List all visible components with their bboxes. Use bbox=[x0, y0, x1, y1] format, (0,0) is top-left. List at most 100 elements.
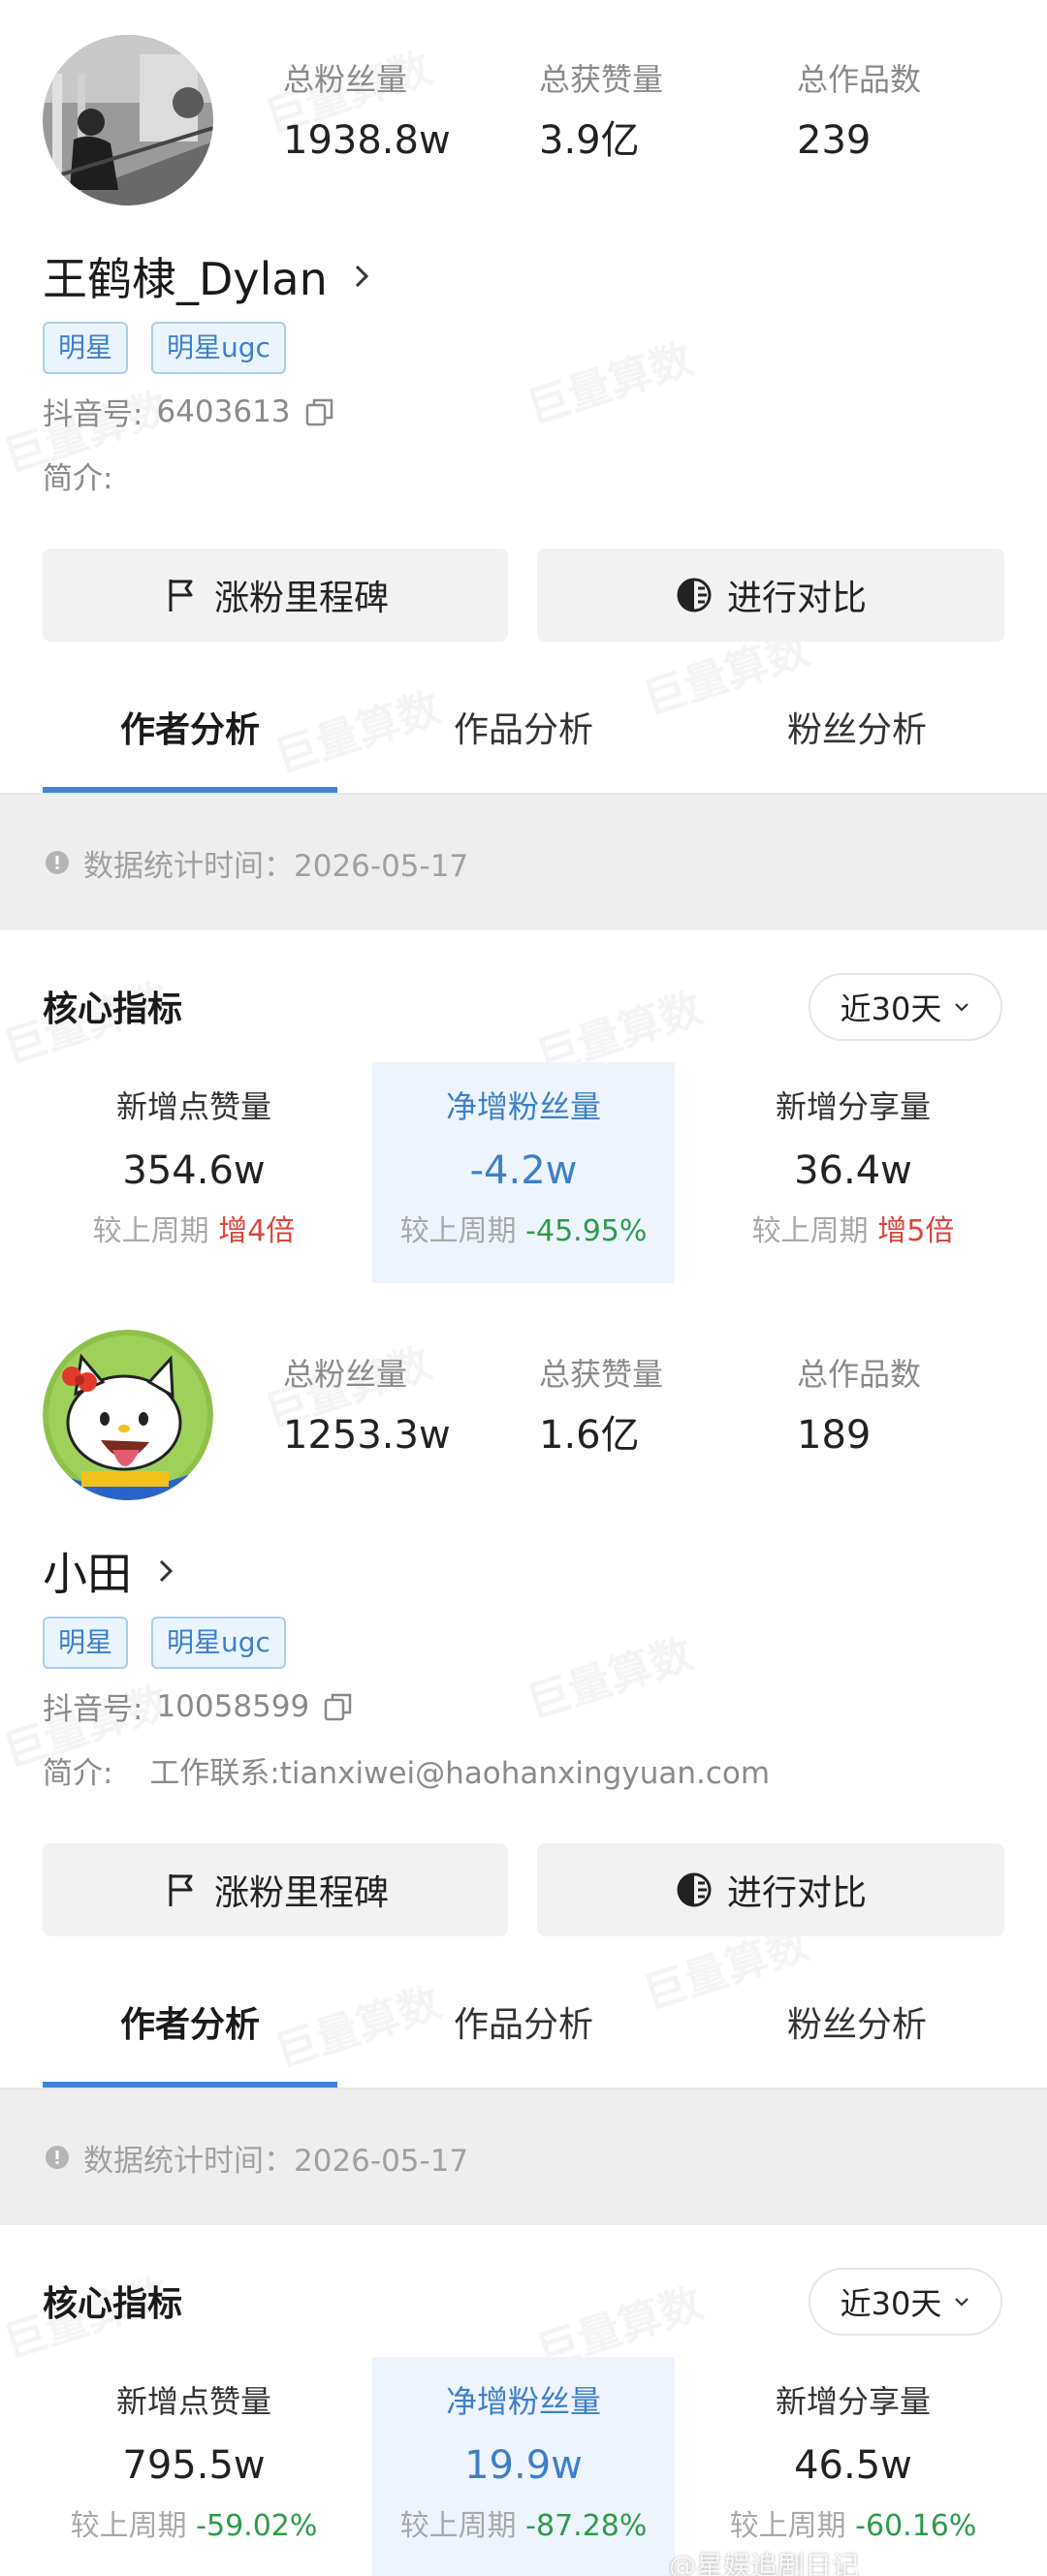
tab-author-analysis[interactable]: 作者分析 bbox=[43, 1985, 337, 2089]
stat-label: 总粉丝量 bbox=[283, 1356, 408, 1393]
chevron-down-icon bbox=[955, 2298, 969, 2307]
stat-value: 1.6亿 bbox=[539, 1413, 640, 1458]
stat-value: 189 bbox=[797, 1413, 872, 1458]
author-name-link[interactable]: 小田 bbox=[43, 1539, 178, 1603]
compare-label: 较上周期 bbox=[70, 2509, 187, 2543]
compare-label: 较上周期 bbox=[92, 1214, 209, 1248]
info-icon bbox=[46, 2146, 69, 2169]
tab-author-analysis[interactable]: 作者分析 bbox=[43, 690, 337, 795]
milestone-button[interactable]: 涨粉里程碑 bbox=[43, 549, 508, 642]
compare-value: 增5倍 bbox=[877, 1214, 955, 1248]
bio-label: 简介: bbox=[43, 461, 113, 496]
author-card: 巨量算数 巨量算数 巨量算数 巨量算数 巨量算数 巨量算数 巨量算数 总粉丝量 … bbox=[0, 1295, 1047, 2576]
tag-list: 明星 明星ugc bbox=[43, 322, 286, 374]
milestone-button-label: 涨粉里程碑 bbox=[213, 1873, 389, 1913]
douyin-id-label: 抖音号: bbox=[43, 1692, 143, 1727]
avatar[interactable] bbox=[43, 35, 213, 205]
compare-value: -59.02% bbox=[196, 2509, 318, 2543]
compare-button[interactable]: 进行对比 bbox=[537, 1843, 1004, 1936]
copy-icon[interactable] bbox=[304, 396, 335, 427]
metric-label: 净增粉丝量 bbox=[445, 2383, 601, 2420]
stat-total-works: 总作品数 189 bbox=[797, 1355, 921, 1460]
analysis-tabs: 作者分析 作品分析 粉丝分析 bbox=[0, 1985, 1047, 2089]
stat-total-fans: 总粉丝量 1253.3w bbox=[283, 1355, 451, 1460]
author-card: 巨量算数 巨量算数 巨量算数 巨量算数 巨量算数 巨量算数 巨量算数 总粉丝量 … bbox=[0, 0, 1047, 1295]
metric-compare: 较上周期 -87.28% bbox=[372, 2508, 675, 2545]
douyin-id-row: 抖音号: 6403613 bbox=[43, 390, 335, 433]
analysis-tabs: 作者分析 作品分析 粉丝分析 bbox=[0, 690, 1047, 795]
tab-fans-analysis[interactable]: 粉丝分析 bbox=[710, 1985, 1004, 2089]
compare-value: -87.28% bbox=[525, 2509, 648, 2543]
stat-label: 总获赞量 bbox=[539, 1356, 664, 1393]
range-select[interactable]: 近30天 bbox=[809, 973, 1002, 1041]
tab-fans-analysis[interactable]: 粉丝分析 bbox=[710, 690, 1004, 795]
metric-label: 新增分享量 bbox=[775, 1088, 931, 1125]
chevron-right-icon bbox=[159, 1559, 174, 1583]
metric-new-shares: 新增分享量 46.5w 较上周期 -60.16% bbox=[702, 2357, 1004, 2576]
metric-compare: 较上周期 -59.02% bbox=[43, 2508, 345, 2545]
compare-label: 较上周期 bbox=[399, 1214, 517, 1248]
stat-time-bar: 数据统计时间：2026-05-17 bbox=[0, 2089, 1047, 2225]
douyin-id-value: 6403613 bbox=[156, 393, 291, 429]
author-name: 王鹤棣_Dylan bbox=[43, 253, 328, 305]
stat-total-likes: 总获赞量 1.6亿 bbox=[539, 1355, 663, 1460]
stat-value: 3.9亿 bbox=[539, 118, 640, 163]
metric-new-likes: 新增点赞量 354.6w 较上周期 增4倍 bbox=[43, 1062, 345, 1283]
stat-total-works: 总作品数 239 bbox=[797, 60, 921, 165]
tag: 明星ugc bbox=[151, 1617, 286, 1669]
stat-time-text: 数据统计时间：2026-05-17 bbox=[83, 848, 469, 884]
metric-value: 354.6w bbox=[122, 1148, 266, 1193]
range-select[interactable]: 近30天 bbox=[809, 2268, 1002, 2336]
douyin-id-label: 抖音号: bbox=[43, 397, 143, 432]
stat-label: 总获赞量 bbox=[539, 61, 664, 98]
stat-label: 总粉丝量 bbox=[283, 61, 408, 98]
author-name-link[interactable]: 王鹤棣_Dylan bbox=[43, 244, 374, 308]
metric-label: 新增分享量 bbox=[775, 2383, 931, 2420]
author-name: 小田 bbox=[43, 1548, 132, 1600]
metric-value: 19.9w bbox=[464, 2443, 583, 2488]
tag: 明星ugc bbox=[151, 322, 286, 374]
watermark: 巨量算数 bbox=[518, 324, 699, 435]
metric-value: 46.5w bbox=[794, 2443, 912, 2488]
bio-value: 工作联系:tianxiwei@haohanxingyuan.com bbox=[149, 1756, 771, 1791]
metric-net-fans: 净增粉丝量 -4.2w 较上周期 -45.95% bbox=[372, 1062, 675, 1283]
compare-button-label: 进行对比 bbox=[726, 1873, 867, 1913]
metric-compare: 较上周期 增5倍 bbox=[702, 1213, 1004, 1250]
metric-new-shares: 新增分享量 36.4w 较上周期 增5倍 bbox=[702, 1062, 1004, 1283]
compare-value: -45.95% bbox=[525, 1214, 648, 1248]
metric-label: 新增点赞量 bbox=[115, 2383, 271, 2420]
tag: 明星 bbox=[43, 1617, 129, 1669]
compare-label: 较上周期 bbox=[399, 2509, 517, 2543]
compare-button[interactable]: 进行对比 bbox=[537, 549, 1004, 642]
info-icon bbox=[46, 851, 69, 874]
bio-row: 简介: bbox=[43, 454, 140, 497]
footer-watermark: @星娱追剧日记 bbox=[669, 2550, 860, 2576]
douyin-id-row: 抖音号: 10058599 bbox=[43, 1684, 354, 1728]
milestone-button[interactable]: 涨粉里程碑 bbox=[43, 1843, 508, 1936]
tab-works-analysis[interactable]: 作品分析 bbox=[376, 1985, 671, 2089]
chevron-down-icon bbox=[955, 1003, 969, 1012]
chevron-right-icon bbox=[355, 265, 368, 288]
stat-total-fans: 总粉丝量 1938.8w bbox=[283, 60, 451, 165]
metric-compare: 较上周期 -45.95% bbox=[372, 1213, 675, 1250]
stat-label: 总作品数 bbox=[797, 1356, 922, 1393]
compare-button-label: 进行对比 bbox=[726, 579, 867, 618]
watermark: 巨量算数 bbox=[518, 1618, 699, 1730]
stat-time-bar: 数据统计时间：2026-05-17 bbox=[0, 795, 1047, 930]
range-select-value: 近30天 bbox=[840, 2285, 942, 2322]
metric-value: -4.2w bbox=[469, 1148, 578, 1193]
bio-row: 简介: 工作联系:tianxiwei@haohanxingyuan.com bbox=[43, 1748, 770, 1792]
core-metrics-title: 核心指标 bbox=[43, 2284, 183, 2324]
metric-label: 净增粉丝量 bbox=[445, 1088, 601, 1125]
avatar[interactable] bbox=[43, 1330, 213, 1500]
stat-total-likes: 总获赞量 3.9亿 bbox=[539, 60, 663, 165]
metric-compare: 较上周期 -60.16% bbox=[702, 2508, 1004, 2545]
metric-value: 795.5w bbox=[122, 2443, 266, 2488]
copy-icon[interactable] bbox=[323, 1691, 354, 1722]
metric-label: 新增点赞量 bbox=[115, 1088, 271, 1125]
stat-value: 239 bbox=[797, 118, 872, 163]
metric-value: 36.4w bbox=[794, 1148, 912, 1193]
compare-icon bbox=[677, 578, 712, 613]
bio-label: 简介: bbox=[43, 1756, 113, 1791]
tab-works-analysis[interactable]: 作品分析 bbox=[376, 690, 671, 795]
